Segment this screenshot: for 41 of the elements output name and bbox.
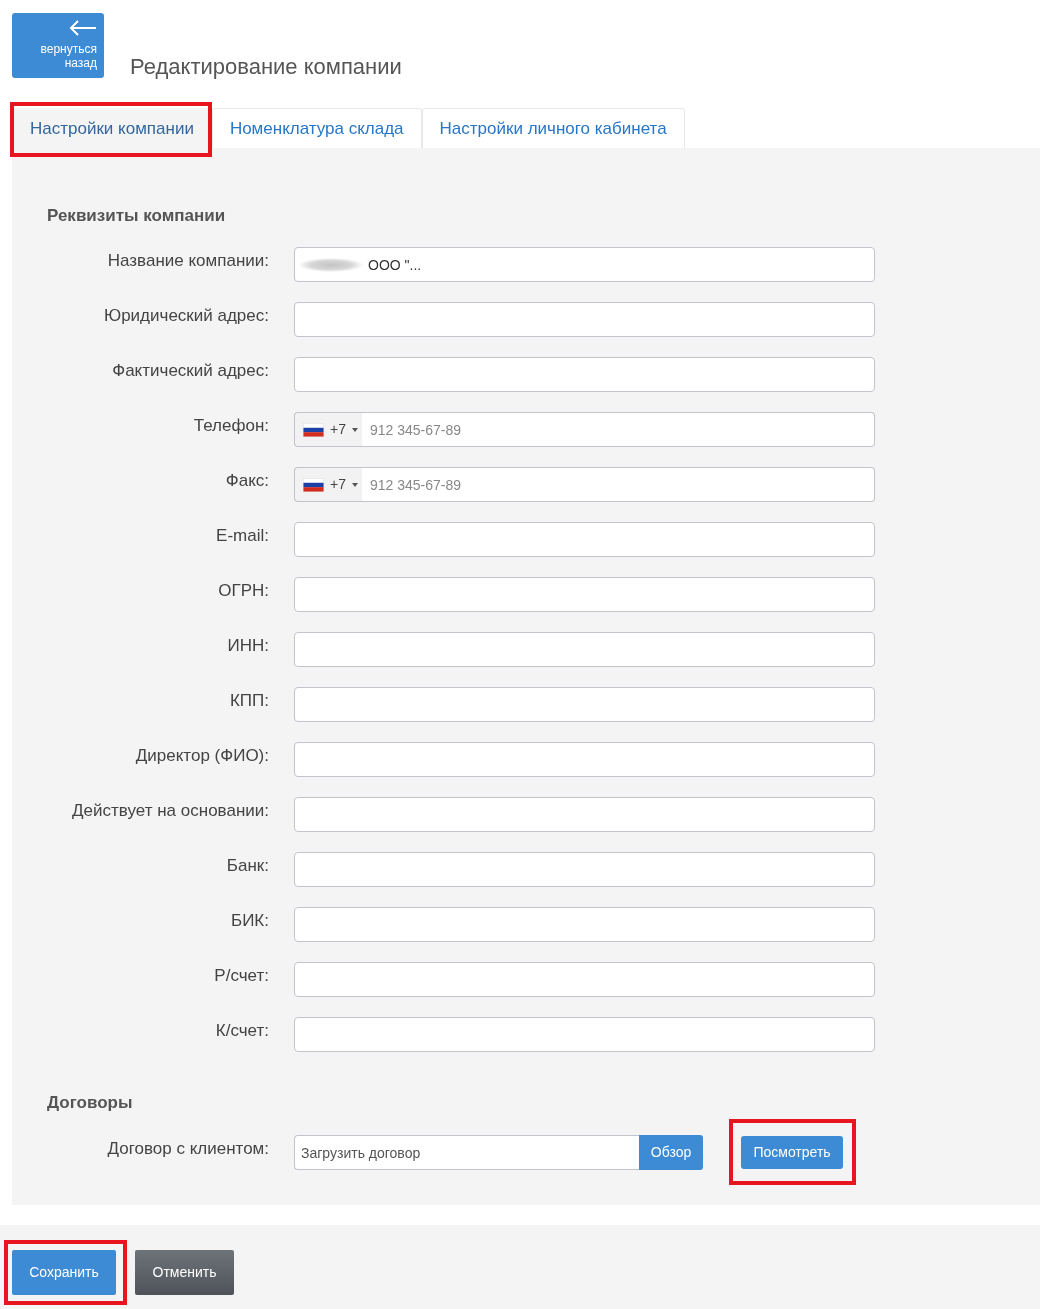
cancel-button[interactable]: Отменить — [135, 1250, 234, 1295]
text-field[interactable] — [294, 962, 875, 997]
text-field[interactable] — [294, 1017, 875, 1052]
text-field[interactable] — [294, 632, 875, 667]
back-button[interactable]: вернуться назад — [12, 13, 104, 78]
field-label: Директор (ФИО): — [134, 745, 269, 766]
field-label: Телефон: — [192, 415, 269, 436]
field-label: К/счет: — [214, 1020, 269, 1041]
field-label: Договор с клиентом: — [106, 1138, 269, 1159]
save-button[interactable]: Сохранить — [12, 1250, 116, 1295]
text-field[interactable] — [294, 357, 875, 392]
field-label: Банк: — [225, 855, 269, 876]
section-heading: Договоры — [47, 1093, 134, 1113]
text-field[interactable] — [294, 687, 875, 722]
view-button[interactable]: Посмотреть — [741, 1136, 843, 1169]
field-label: Действует на основании: — [71, 800, 269, 821]
field-label: E-mail: — [215, 525, 269, 546]
text-field[interactable] — [294, 577, 875, 612]
section-heading: Реквизиты компании — [47, 206, 227, 226]
page-title: Редактирование компании — [130, 54, 402, 80]
file-name-field[interactable]: Загрузить договор — [294, 1135, 639, 1170]
text-field[interactable] — [294, 522, 875, 557]
text-field[interactable] — [294, 742, 875, 777]
tab[interactable]: Настройки личного кабинета — [421, 108, 685, 148]
field-label: Фактический адрес: — [111, 360, 269, 381]
text-field[interactable] — [294, 302, 875, 337]
field-label: Р/счет: — [213, 965, 269, 986]
text-field[interactable] — [294, 907, 875, 942]
field-label: КПП: — [228, 690, 269, 711]
field-label: Юридический адрес: — [103, 305, 269, 326]
field-label: ОГРН: — [217, 580, 269, 601]
field-label: Факс: — [224, 470, 269, 491]
text-field[interactable]: ООО "... — [294, 247, 875, 282]
browse-button[interactable]: Обзор — [639, 1135, 703, 1170]
tab[interactable]: Номенклатура склада — [211, 108, 422, 148]
field-label: БИК: — [230, 910, 269, 931]
text-field[interactable] — [294, 852, 875, 887]
field-label: ИНН: — [226, 635, 269, 656]
arrow-left-icon — [69, 20, 97, 36]
field-label: Название компании: — [106, 250, 269, 271]
text-field[interactable] — [294, 797, 875, 832]
